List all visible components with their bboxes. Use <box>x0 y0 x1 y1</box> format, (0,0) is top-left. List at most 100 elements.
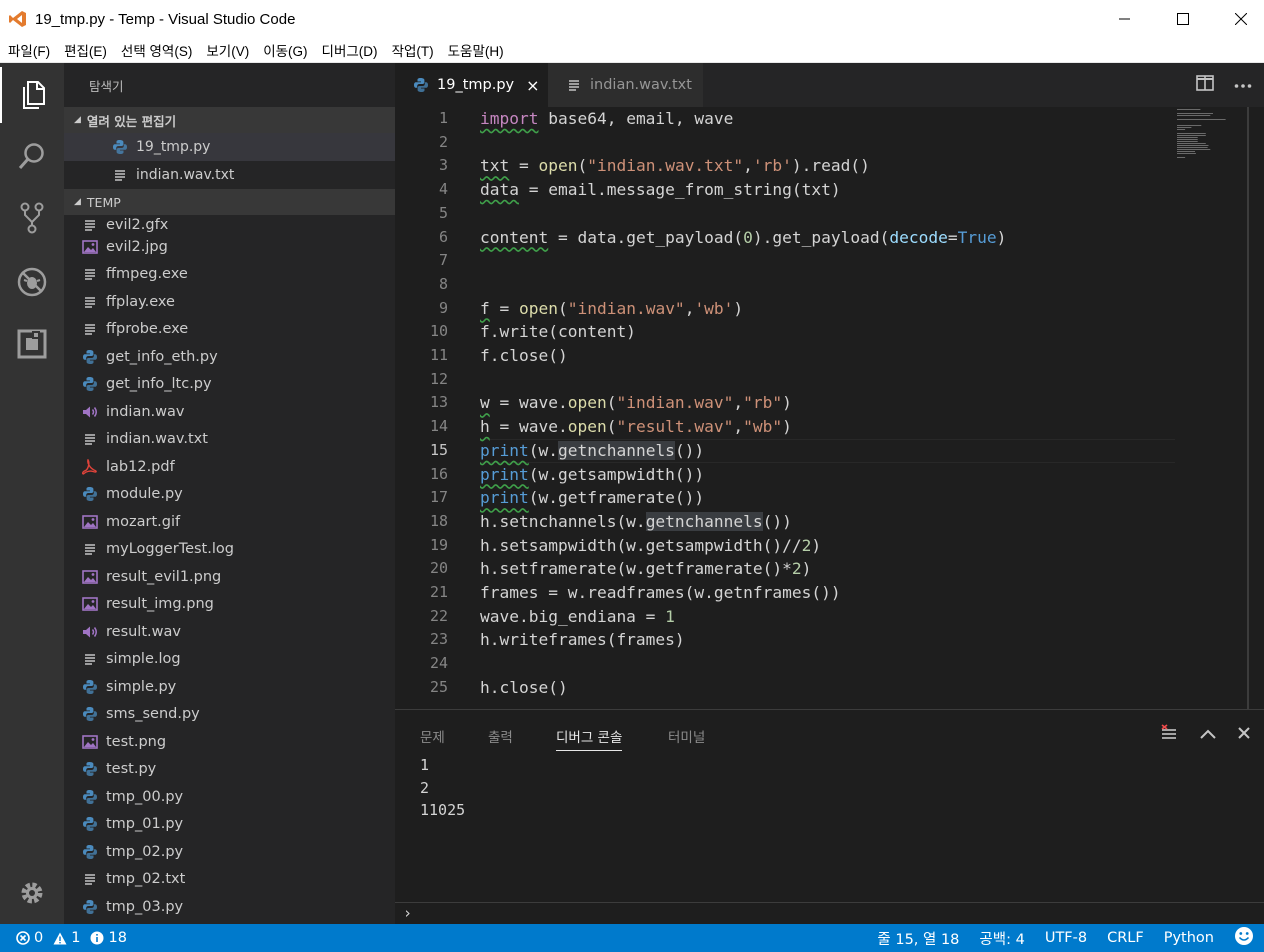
minimize-button[interactable] <box>1102 0 1148 38</box>
close-tab-icon[interactable]: × <box>526 76 539 95</box>
menu-go[interactable]: 이동(G) <box>255 40 313 60</box>
file-item[interactable]: get_info_eth.py <box>64 343 395 371</box>
file-item[interactable]: tmp_03.py <box>64 893 395 921</box>
search-button[interactable] <box>0 128 64 184</box>
code-token: h.setsampwidth(w.getsampwidth()// <box>480 535 802 555</box>
python-icon <box>413 77 429 93</box>
menu-selection[interactable]: 선택 영역(S) <box>113 40 198 60</box>
text-file-icon <box>82 217 98 233</box>
file-item[interactable]: evil2.jpg <box>64 233 395 261</box>
file-label: tmp_02.py <box>106 843 184 860</box>
settings-button[interactable] <box>0 865 64 921</box>
language-mode[interactable]: Python <box>1164 930 1214 946</box>
code-token: frames = w.readframes(w.getnframes()) <box>480 583 841 602</box>
debug-button[interactable] <box>0 254 64 310</box>
vertical-scrollbar[interactable] <box>1247 107 1249 709</box>
line-code: h = wave.open("result.wav","wb") <box>480 415 792 439</box>
line-number: 14 <box>429 417 448 436</box>
tab-output[interactable]: 출력 <box>488 726 513 746</box>
text-file-icon <box>82 294 98 310</box>
smiley-icon[interactable] <box>1234 926 1254 950</box>
close-window-button[interactable] <box>1218 0 1264 38</box>
file-item[interactable]: ffplay.exe <box>64 288 395 316</box>
file-item[interactable]: indian.wav <box>64 398 395 426</box>
file-item[interactable]: tmp_00.py <box>64 783 395 811</box>
line-code: f.close() <box>480 344 568 368</box>
file-item[interactable]: tmp_01.py <box>64 811 395 839</box>
tab-terminal[interactable]: 터미널 <box>668 726 705 746</box>
file-item[interactable]: sms_send.py <box>64 701 395 729</box>
python-icon <box>82 679 98 695</box>
file-item[interactable]: tmp_02.txt <box>64 866 395 894</box>
tab-problems[interactable]: 문제 <box>420 726 445 746</box>
file-item[interactable]: tmp_02.py <box>64 838 395 866</box>
line-number: 1 <box>438 109 448 127</box>
tab-19-tmp-py[interactable]: 19_tmp.py × <box>395 63 548 107</box>
file-item[interactable]: evil2.gfx <box>64 215 395 233</box>
file-label: tmp_02.txt <box>106 871 186 888</box>
open-editor-item[interactable]: 19_tmp.py <box>64 133 395 161</box>
repl-input[interactable]: › <box>395 902 1264 925</box>
file-item[interactable]: mozart.gif <box>64 508 395 536</box>
explorer-button[interactable] <box>0 67 64 123</box>
maximize-panel-icon[interactable] <box>1200 728 1216 743</box>
text-file-icon <box>566 77 582 93</box>
file-item[interactable]: myLoggerTest.log <box>64 536 395 564</box>
file-item[interactable]: result_img.png <box>64 591 395 619</box>
file-label: mozart.gif <box>106 513 181 530</box>
file-item[interactable]: get_info_ltc.py <box>64 371 395 399</box>
file-item[interactable]: simple.log <box>64 646 395 674</box>
line-number: 10 <box>429 322 448 341</box>
file-item[interactable]: simple.py <box>64 673 395 701</box>
open-editors-header[interactable]: ◢ 열려 있는 편집기 <box>64 107 395 133</box>
file-item[interactable]: module.py <box>64 481 395 509</box>
file-item[interactable]: indian.wav.txt <box>64 426 395 454</box>
file-item[interactable]: result_evil1.png <box>64 563 395 591</box>
minimap-line <box>1177 151 1195 152</box>
minimap-line <box>1177 147 1208 148</box>
code-token: 1 <box>665 606 675 626</box>
extensions-button[interactable] <box>0 316 64 372</box>
minimap[interactable] <box>1175 107 1255 167</box>
file-item[interactable]: test.py <box>64 756 395 784</box>
file-label: simple.log <box>106 651 181 668</box>
tab-debug-console[interactable]: 디버그 콘솔 <box>556 726 623 751</box>
file-item[interactable]: test.png <box>64 728 395 756</box>
encoding[interactable]: UTF-8 <box>1045 930 1087 946</box>
clear-console-icon[interactable] <box>1160 724 1178 746</box>
line-number: 19 <box>429 535 448 554</box>
line-code: h.setnchannels(w.getnchannels()) <box>480 510 792 534</box>
menu-help[interactable]: 도움말(H) <box>440 40 510 60</box>
line-code: wave.big_endiana = 1 <box>480 605 675 629</box>
code-line: 22 wave.big_endiana = 1 <box>395 605 1264 629</box>
tab-indian-wav-txt[interactable]: indian.wav.txt <box>548 63 703 107</box>
folder-header-temp[interactable]: ◢ TEMP <box>64 189 395 215</box>
cursor-position[interactable]: 줄 15, 열 18 <box>877 928 959 949</box>
open-editor-item[interactable]: indian.wav.txt <box>64 161 395 189</box>
line-endings[interactable]: CRLF <box>1107 930 1144 946</box>
menu-debug[interactable]: 디버그(D) <box>314 40 384 60</box>
close-panel-icon[interactable] <box>1238 727 1250 743</box>
menu-edit[interactable]: 편집(E) <box>56 40 113 60</box>
file-item[interactable]: result.wav <box>64 618 395 646</box>
code-line: 2 <box>395 131 1264 155</box>
minimap-line <box>1177 145 1209 146</box>
line-code: h.writeframes(frames) <box>480 628 685 652</box>
code-line: 20 h.setframerate(w.getframerate()*2) <box>395 557 1264 581</box>
code-editor[interactable]: 1 import base64, email, wave 2 3 txt = open(… <box>395 107 1264 709</box>
menu-tasks[interactable]: 작업(T) <box>384 40 440 60</box>
indentation[interactable]: 공백: 4 <box>979 928 1024 949</box>
menu-file[interactable]: 파일(F) <box>0 40 56 60</box>
problems-summary[interactable]: 0 1 18 <box>0 930 127 946</box>
file-item[interactable]: ffmpeg.exe <box>64 261 395 289</box>
split-editor-icon[interactable] <box>1196 75 1214 95</box>
menu-view[interactable]: 보기(V) <box>198 40 255 60</box>
maximize-button[interactable] <box>1160 0 1206 38</box>
python-icon <box>82 844 98 860</box>
text-file-icon <box>82 651 98 667</box>
more-actions-icon[interactable] <box>1234 78 1252 93</box>
source-control-button[interactable] <box>0 190 64 246</box>
file-label: ffmpeg.exe <box>106 266 188 283</box>
file-item[interactable]: lab12.pdf <box>64 453 395 481</box>
file-item[interactable]: ffprobe.exe <box>64 316 395 344</box>
